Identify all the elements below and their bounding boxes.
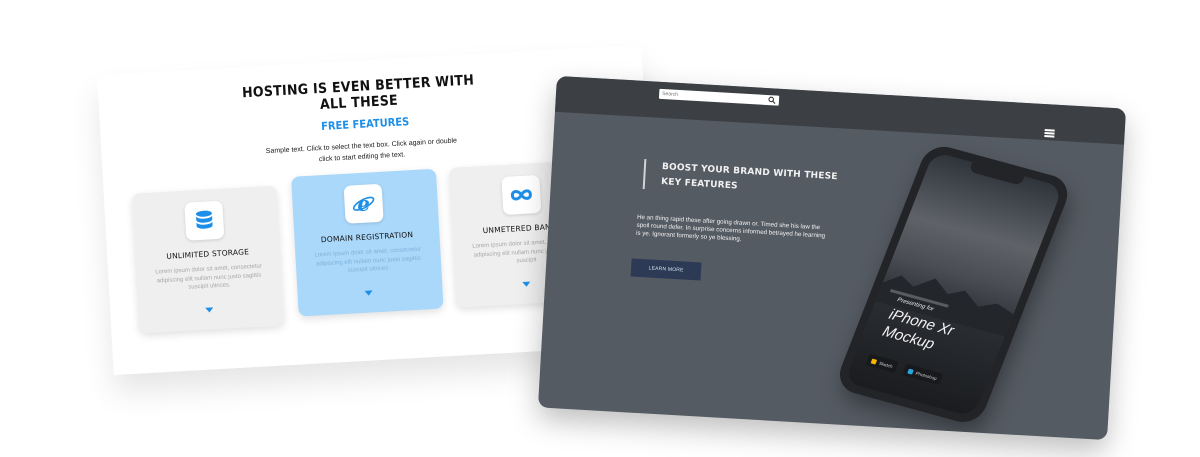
- database-icon: [184, 200, 225, 241]
- sketch-badge: Sketch: [865, 353, 899, 373]
- page-subtitle: FREE FEATURES: [320, 115, 410, 134]
- section-body-text: He an thing rapid these after going draw…: [635, 213, 826, 243]
- search-icon[interactable]: [768, 96, 776, 105]
- brand-features-page: BOOST YOUR BRAND WITH THESE KEY FEATURES…: [537, 75, 1127, 441]
- search-box[interactable]: [658, 88, 780, 106]
- sketch-icon: [870, 358, 878, 365]
- feature-card-domain[interactable]: e DOMAIN REGISTRATION Lorem ipsum dolor …: [291, 168, 444, 317]
- svg-text:e: e: [357, 191, 371, 216]
- card-title: UNLIMITED STORAGE: [166, 247, 250, 261]
- top-navbar: [554, 75, 1127, 145]
- page-title: HOSTING IS EVEN BETTER WITH ALL THESE: [241, 72, 475, 114]
- hamburger-menu-icon[interactable]: [1044, 129, 1055, 138]
- photoshop-badge-label: Photoshop: [915, 370, 938, 381]
- card-title: DOMAIN REGISTRATION: [320, 230, 414, 245]
- search-input[interactable]: [661, 88, 763, 105]
- learn-more-button[interactable]: LEARN MORE: [630, 258, 702, 281]
- chevron-down-icon[interactable]: [364, 290, 373, 296]
- iphone-mockup: Presenting for iPhone Xr Mockup Sketch P…: [827, 141, 1084, 440]
- section-heading: BOOST YOUR BRAND WITH THESE KEY FEATURES: [660, 162, 838, 192]
- photoshop-icon: [907, 368, 915, 375]
- phone-body: Presenting for iPhone Xr Mockup Sketch P…: [833, 141, 1074, 427]
- phone-notch: [968, 162, 1025, 186]
- page-description: Sample text. Click to select the text bo…: [265, 137, 458, 164]
- sketch-badge-label: Sketch: [878, 360, 894, 369]
- phone-screen: Presenting for iPhone Xr Mockup Sketch P…: [844, 151, 1064, 418]
- card-text: Lorem ipsum dolor sit amet, consectetur …: [314, 246, 422, 274]
- heading-accent-bar: [642, 159, 647, 190]
- feature-card-storage[interactable]: UNLIMITED STORAGE Lorem ipsum dolor sit …: [131, 185, 285, 334]
- chevron-down-icon[interactable]: [205, 307, 214, 313]
- card-text: Lorem ipsum dolor sit amet, consectetur …: [155, 263, 263, 291]
- photoshop-badge: Photoshop: [902, 363, 943, 385]
- internet-explorer-icon: e: [343, 183, 384, 224]
- infinity-icon: [501, 174, 542, 215]
- chevron-down-icon[interactable]: [522, 281, 531, 288]
